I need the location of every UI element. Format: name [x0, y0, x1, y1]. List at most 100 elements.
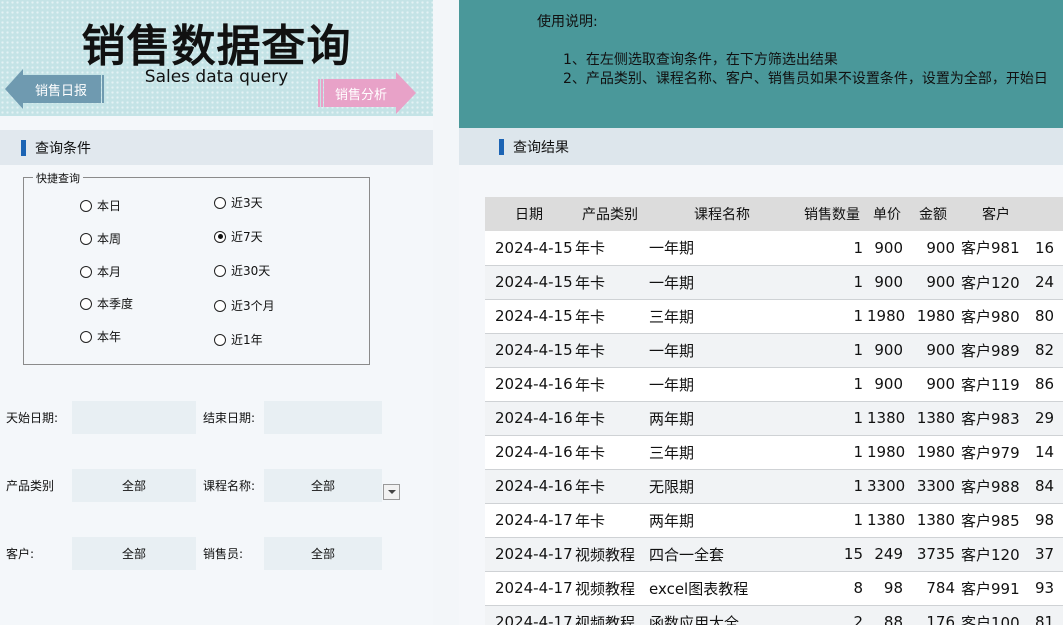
radio-circle-icon [214, 196, 226, 209]
column-header[interactable]: 产品类别 [573, 197, 647, 231]
column-header[interactable]: 金额 [907, 197, 959, 231]
table-row[interactable]: 2024-4-16 年卡 一年期 1 900 900 客户119 86 [485, 367, 1063, 402]
table-row[interactable]: 2024-4-16 年卡 三年期 1 1980 1980 客户979 14 [485, 435, 1063, 470]
column-header[interactable]: 课程名称 [647, 197, 797, 231]
table-cell: 客户989 [959, 333, 1033, 368]
radio-last-1-year[interactable]: 近1年 [214, 331, 263, 348]
table-cell: 1 [797, 299, 867, 334]
table-cell: 249 [867, 537, 907, 572]
start-date-field[interactable] [72, 401, 196, 434]
table-row[interactable]: 2024-4-16 年卡 两年期 1 1380 1380 客户983 29 [485, 401, 1063, 436]
table-row[interactable]: 2024-4-17 视频教程 excel图表教程 8 98 784 客户991 93 [485, 571, 1063, 606]
table-cell: 80 [1033, 299, 1063, 334]
table-cell: 客户120 [959, 265, 1033, 300]
table-cell: 2024-4-15 [485, 299, 573, 334]
section-marker-icon [499, 138, 504, 155]
table-cell: 86 [1033, 367, 1063, 402]
radio-label: 近1年 [231, 333, 263, 347]
table-cell: 900 [907, 265, 959, 300]
title-banner: 销售数据查询 Sales data query 销售日报 销售分析 [0, 0, 433, 116]
column-header[interactable]: 日期 [485, 197, 573, 231]
course-name-field[interactable]: 全部 [264, 469, 382, 502]
radio-today[interactable]: 本日 [80, 197, 121, 214]
column-header[interactable]: 销售数量 [797, 197, 867, 231]
quick-query-group: 快捷查询 [23, 170, 370, 365]
table-row[interactable]: 2024-4-17 视频教程 四合一全套 15 249 3735 客户120 37 [485, 537, 1063, 572]
table-cell: 3300 [867, 469, 907, 504]
radio-this-week[interactable]: 本周 [80, 230, 121, 247]
radio-label: 近30天 [231, 264, 271, 278]
table-cell: 两年期 [647, 401, 797, 436]
table-cell: 年卡 [573, 231, 647, 266]
table-cell: 900 [907, 367, 959, 402]
radio-circle-icon [80, 265, 92, 278]
table-cell: 客户991 [959, 571, 1033, 606]
table-cell: 2024-4-16 [485, 469, 573, 504]
table-cell: 2024-4-15 [485, 231, 573, 266]
radio-last-30-days[interactable]: 近30天 [214, 262, 270, 279]
radio-circle-icon [214, 299, 226, 312]
product-category-label: 产品类别 [6, 479, 55, 493]
radio-this-quarter[interactable]: 本季度 [80, 295, 133, 312]
table-cell: 1380 [867, 401, 907, 436]
end-date-field[interactable] [264, 401, 382, 434]
radio-label: 本日 [97, 199, 122, 213]
instruction-line: 1、在左侧选取查询条件，在下方筛选出结果 [563, 52, 838, 68]
table-row[interactable]: 2024-4-17 视频教程 函数应用大全 2 88 176 客户100 81 [485, 605, 1063, 625]
radio-this-year[interactable]: 本年 [80, 328, 121, 345]
table-row[interactable]: 2024-4-16 年卡 无限期 1 3300 3300 客户988 84 [485, 469, 1063, 504]
radio-label: 近3个月 [231, 299, 275, 313]
column-header[interactable]: 客户 [959, 197, 1033, 231]
table-cell: 24 [1033, 265, 1063, 300]
radio-last-3-days[interactable]: 近3天 [214, 194, 263, 211]
table-cell: 一年期 [647, 333, 797, 368]
salesperson-field[interactable]: 全部 [264, 537, 382, 570]
table-row[interactable]: 2024-4-15 年卡 一年期 1 900 900 客户120 24 [485, 265, 1063, 300]
radio-circle-icon [214, 264, 226, 277]
radio-this-month[interactable]: 本月 [80, 263, 121, 280]
table-cell: 2024-4-17 [485, 571, 573, 606]
column-header[interactable]: 单价 [867, 197, 907, 231]
table-cell: 两年期 [647, 503, 797, 538]
table-cell: 年卡 [573, 503, 647, 538]
table-cell: 1980 [867, 299, 907, 334]
course-dropdown-button[interactable] [383, 484, 400, 500]
table-cell: 8 [797, 571, 867, 606]
table-cell: 四合一全套 [647, 537, 797, 572]
table-cell: 1380 [867, 503, 907, 538]
table-row[interactable]: 2024-4-15 年卡 一年期 1 900 900 客户981 16 [485, 231, 1063, 266]
product-category-field[interactable]: 全部 [72, 469, 196, 502]
table-row[interactable]: 2024-4-15 年卡 一年期 1 900 900 客户989 82 [485, 333, 1063, 368]
sales-daily-report-label: 销售日报 [23, 75, 99, 103]
radio-circle-icon [80, 199, 92, 212]
table-cell: 2024-4-17 [485, 537, 573, 572]
table-cell: 无限期 [647, 469, 797, 504]
sales-analysis-button[interactable]: 销售分析 [318, 72, 418, 114]
query-panel: 销售数据查询 Sales data query 销售日报 销售分析 查询条件 快… [0, 0, 433, 625]
table-cell: 1980 [907, 299, 959, 334]
customer-field[interactable]: 全部 [72, 537, 196, 570]
radio-last-3-months[interactable]: 近3个月 [214, 297, 275, 314]
table-cell: 1 [797, 231, 867, 266]
table-cell: 1 [797, 333, 867, 368]
table-cell: 客户979 [959, 435, 1033, 470]
column-header[interactable]: 联 [1033, 197, 1063, 231]
table-row[interactable]: 2024-4-15 年卡 三年期 1 1980 1980 客户980 80 [485, 299, 1063, 334]
radio-label: 本周 [97, 232, 122, 246]
results-table-container[interactable]: 日期 产品类别 课程名称 销售数量 单价 金额 客户 联 2024-4-15年卡… [485, 197, 1063, 625]
stripe-decoration [318, 79, 326, 107]
table-row[interactable]: 2024-4-17 年卡 两年期 1 1380 1380 客户985 98 [485, 503, 1063, 538]
query-results-title: 查询结果 [513, 139, 569, 156]
table-cell: 年卡 [573, 367, 647, 402]
table-cell: 客户119 [959, 367, 1033, 402]
quick-query-label: 快捷查询 [33, 170, 83, 186]
radio-last-7-days[interactable]: 近7天 [214, 228, 263, 245]
query-conditions-title: 查询条件 [35, 140, 91, 157]
radio-circle-icon [80, 330, 92, 343]
table-cell: 客户988 [959, 469, 1033, 504]
instructions-box: 使用说明: 1、在左侧选取查询条件，在下方筛选出结果 2、产品类别、课程名称、客… [459, 0, 1063, 128]
table-cell: 93 [1033, 571, 1063, 606]
table-cell: 3300 [907, 469, 959, 504]
table-cell: 视频教程 [573, 605, 647, 625]
sales-daily-report-button[interactable]: 销售日报 [5, 69, 105, 109]
